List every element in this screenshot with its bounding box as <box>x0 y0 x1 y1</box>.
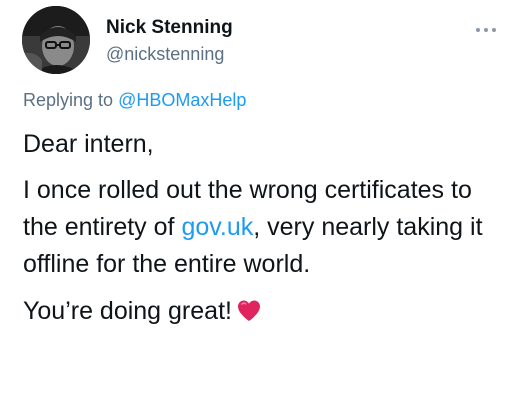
more-options-icon[interactable] <box>475 26 497 34</box>
gov-uk-link[interactable]: gov.uk <box>181 213 253 241</box>
avatar[interactable] <box>22 6 90 74</box>
tweet-closing-text: You’re doing great! <box>23 297 232 325</box>
tweet-card: Nick Stenning @nickstenning Replying to … <box>0 0 519 411</box>
replying-to: Replying to @HBOMaxHelp <box>23 90 246 111</box>
tweet-paragraph: I once rolled out the wrong certificates… <box>23 172 503 283</box>
tweet-greeting: Dear intern, <box>23 130 154 158</box>
author-name[interactable]: Nick Stenning <box>106 17 233 39</box>
avatar-photo <box>22 6 90 74</box>
tweet-closing: You’re doing great! <box>23 293 503 330</box>
tweet-text: Dear intern, I once rolled out the wrong… <box>23 126 503 330</box>
red-heart-icon <box>237 300 260 321</box>
author-handle[interactable]: @nickstenning <box>106 44 224 65</box>
reply-mention-link[interactable]: @HBOMaxHelp <box>118 90 246 110</box>
replying-to-label: Replying to <box>23 90 114 110</box>
